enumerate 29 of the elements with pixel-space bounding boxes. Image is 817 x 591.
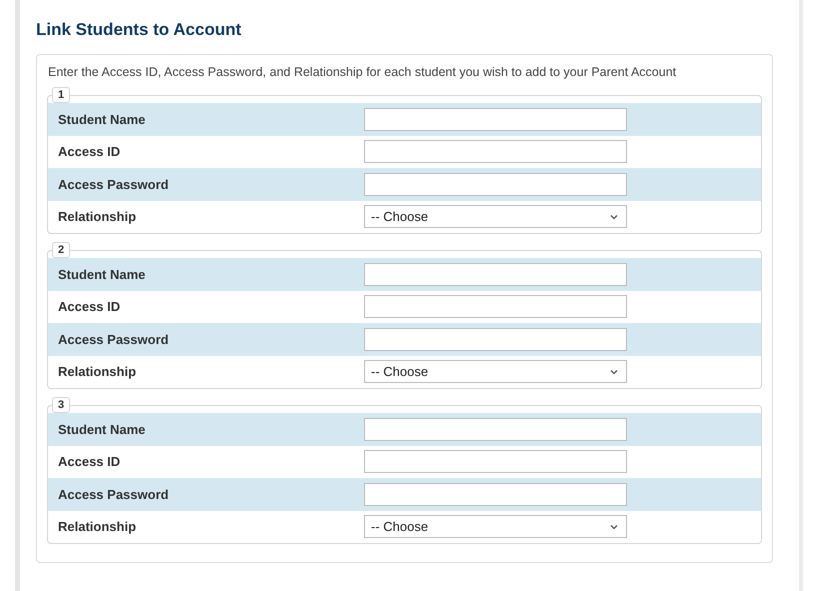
chevron-down-icon [610,524,618,530]
field-label: Student Name [57,112,146,127]
chevron-down-icon [610,214,618,220]
field-label: Relationship [57,209,138,224]
input-field[interactable] [364,418,627,441]
field-label: Access Password [57,486,170,502]
field-label: Access Password [57,176,170,192]
input-field[interactable] [364,108,627,131]
input-field[interactable] [364,450,627,474]
page-title: Link Students to Account [36,20,242,40]
instructions-text: Enter the Access ID, Access Password, and Relationship for each student you wish to add to your Parent Account [48,65,678,79]
field-label: Student Name [57,422,146,437]
field-label: Student Name [57,266,146,282]
input-field[interactable] [364,295,627,318]
field-label: Access ID [57,454,122,470]
input-field[interactable] [364,140,627,164]
field-label: Relationship [57,519,138,534]
field-label: Access Password [57,332,170,347]
input-field[interactable] [364,262,627,286]
chevron-down-icon [610,368,618,375]
relationship-dropdown[interactable]: -- Choose [364,360,627,384]
input-field[interactable] [364,172,627,196]
field-label: Access ID [57,144,122,160]
input-field[interactable] [364,328,627,351]
relationship-dropdown[interactable]: -- Choose [364,205,627,228]
input-field[interactable] [364,482,627,506]
field-label: Relationship [57,364,138,380]
field-label: Access ID [57,299,122,314]
relationship-dropdown[interactable]: -- Choose [364,515,627,538]
